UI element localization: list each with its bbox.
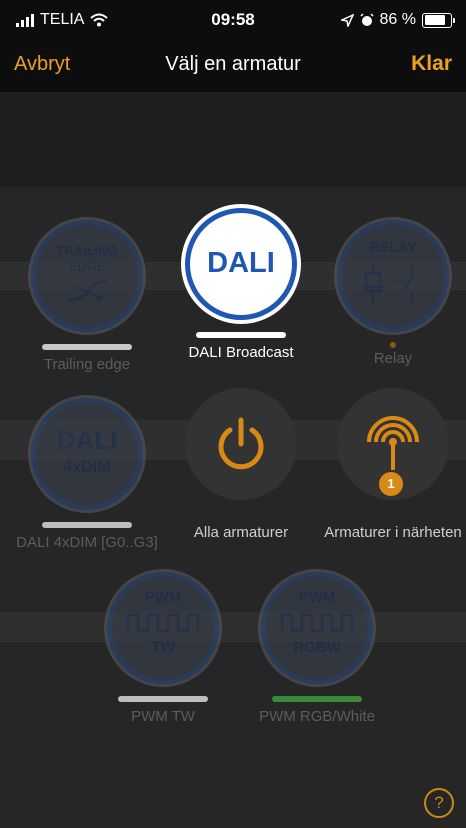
fixture-relay[interactable]: RELAY Relay bbox=[318, 220, 466, 367]
curve-icon bbox=[67, 279, 107, 303]
icon-text: RELAY bbox=[369, 239, 417, 255]
selection-bar bbox=[42, 344, 132, 350]
fixture-label: PWM TW bbox=[131, 708, 195, 725]
fixture-label: Trailing edge bbox=[43, 356, 131, 373]
indicator-dot bbox=[390, 342, 396, 348]
dali-icon: DALI bbox=[185, 208, 297, 320]
fixture-label: Armaturer i närheten bbox=[324, 524, 462, 541]
icon-text: DALI bbox=[56, 425, 118, 455]
nearby-fixtures-icon: 1 bbox=[337, 388, 449, 500]
icon-text: PWM bbox=[144, 589, 182, 606]
help-button[interactable]: ? bbox=[424, 788, 454, 818]
relay-icon: RELAY bbox=[337, 220, 449, 332]
fixture-pwm-tw[interactable]: PWM TW PWM TW bbox=[88, 572, 238, 725]
pwm-wave-icon bbox=[126, 613, 200, 633]
fixture-pwm-rgbw[interactable]: PWM RGBW PWM RGB/White bbox=[242, 572, 392, 725]
icon-text: TRAILING bbox=[56, 243, 118, 258]
done-button[interactable]: Klar bbox=[411, 52, 452, 76]
battery-label: 86 % bbox=[379, 11, 416, 28]
icon-text: TW bbox=[150, 639, 176, 656]
trailing-edge-icon: TRAILING EDGE bbox=[31, 220, 143, 332]
icon-text: EDGE bbox=[68, 259, 106, 274]
icon-text: DALI bbox=[207, 247, 275, 279]
location-icon bbox=[340, 13, 354, 27]
fixture-all[interactable]: Alla armaturer bbox=[166, 388, 316, 541]
fixture-label: DALI 4xDIM [G0..G3] bbox=[16, 534, 158, 551]
fixture-nearby[interactable]: 1 Armaturer i närheten bbox=[318, 388, 466, 541]
page-title: Välj en armatur bbox=[165, 53, 301, 75]
fixture-dali-broadcast[interactable]: DALI DALI Broadcast bbox=[166, 208, 316, 361]
nearby-count-badge: 1 bbox=[379, 472, 403, 496]
all-fixtures-icon bbox=[185, 388, 297, 500]
navigation-bar: Avbryt Välj en armatur Klar bbox=[0, 40, 466, 93]
icon-text: 4xDIM bbox=[63, 459, 111, 476]
top-spacer bbox=[0, 92, 466, 187]
alarm-icon bbox=[360, 13, 374, 26]
icon-text: RGBW bbox=[293, 639, 341, 656]
power-icon bbox=[218, 417, 264, 470]
selection-bar bbox=[196, 332, 286, 338]
selection-bar bbox=[272, 696, 362, 702]
battery-icon bbox=[422, 12, 455, 28]
pwm-wave-icon bbox=[280, 613, 354, 633]
status-bar: TELIA 09:58 86 % bbox=[0, 0, 466, 40]
fixture-trailing-edge[interactable]: TRAILING EDGE Trailing edge bbox=[12, 220, 162, 373]
fixture-label: Alla armaturer bbox=[193, 524, 289, 541]
dali-4xdim-icon: DALI 4xDIM bbox=[31, 398, 143, 510]
fixture-label: Relay bbox=[373, 350, 413, 367]
status-right: 86 % bbox=[340, 11, 455, 29]
selection-bar bbox=[42, 522, 132, 528]
pwm-rgbw-icon: PWM RGBW bbox=[261, 572, 373, 684]
fixture-dali-4xdim[interactable]: DALI 4xDIM DALI 4xDIM [G0..G3] bbox=[12, 398, 162, 551]
selection-bar bbox=[118, 696, 208, 702]
icon-text: PWM bbox=[298, 589, 336, 606]
pwm-tw-icon: PWM TW bbox=[107, 572, 219, 684]
relay-symbol-icon bbox=[362, 265, 414, 303]
fixture-label: DALI Broadcast bbox=[188, 344, 294, 361]
fixture-label: PWM RGB/White bbox=[259, 708, 375, 725]
